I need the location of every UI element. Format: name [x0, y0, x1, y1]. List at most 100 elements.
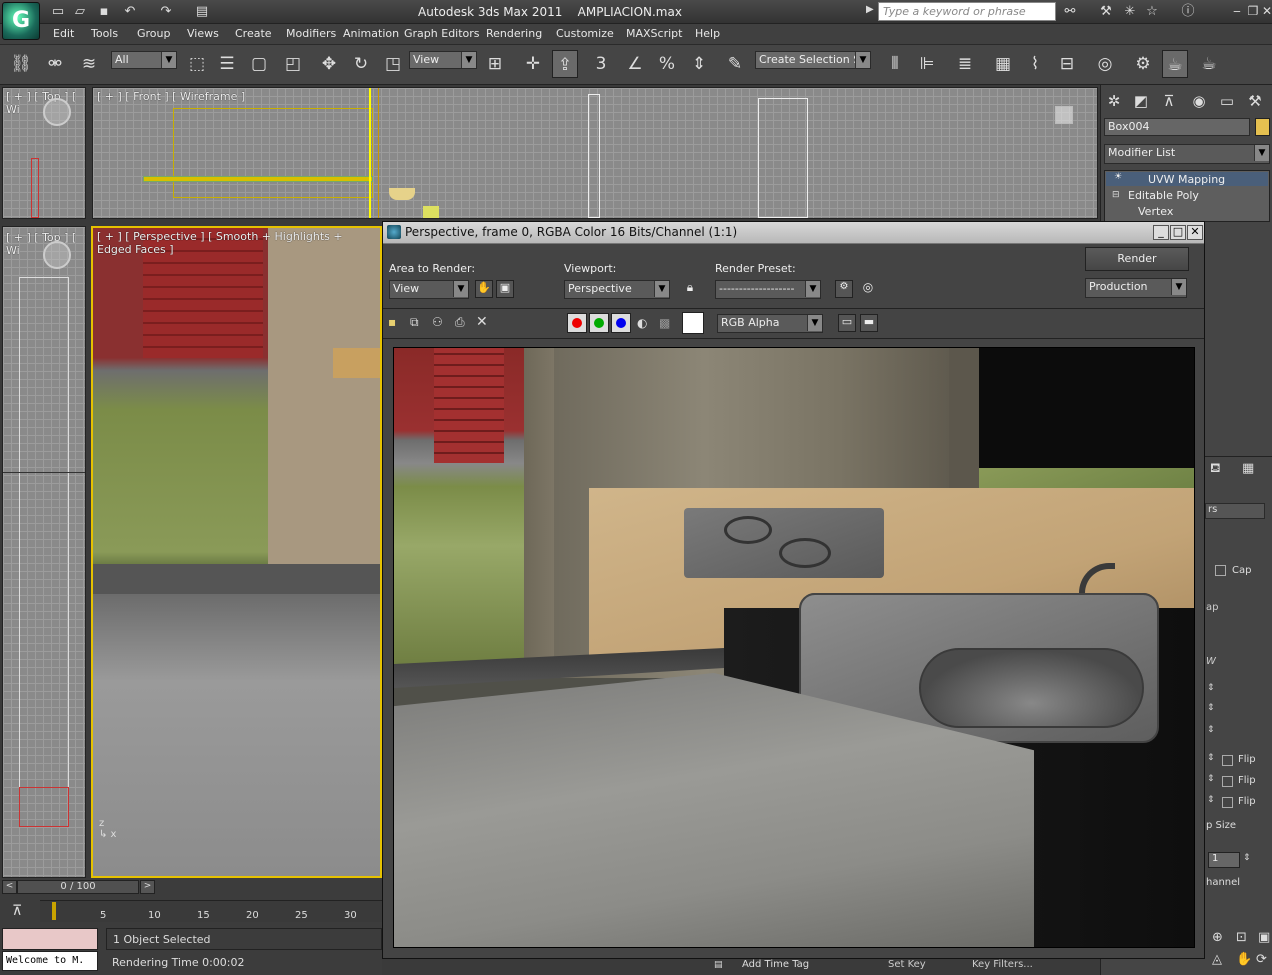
percent-snap-icon[interactable]: %	[654, 50, 680, 78]
display-channel-dropdown[interactable]: RGB Alpha ▼	[717, 314, 823, 333]
auto-region-icon[interactable]: ▣	[496, 280, 514, 298]
open-file-icon[interactable]: ▱	[72, 4, 88, 20]
toggle-ui-overlay-icon[interactable]: ▭	[838, 314, 856, 332]
undo-icon[interactable]: ↶	[122, 4, 138, 20]
application-button[interactable]: G	[2, 2, 40, 40]
menu-create[interactable]: Create	[235, 27, 272, 40]
display-tab-icon[interactable]: ▭	[1216, 90, 1238, 112]
project-folder-icon[interactable]: ▤	[194, 4, 210, 20]
monochrome-icon[interactable]: ▩	[659, 316, 670, 330]
expand-icon[interactable]: ⊟	[1112, 190, 1120, 200]
spinner-icon[interactable]: ⇕	[1207, 683, 1215, 693]
rendered-image[interactable]	[393, 347, 1195, 948]
scale-icon[interactable]: ◳	[380, 50, 406, 78]
keyboard-shortcut-toggle-icon[interactable]: ⇪	[552, 50, 578, 78]
close-icon[interactable]: ✕	[1187, 225, 1203, 240]
menu-maxscript[interactable]: MAXScript	[626, 27, 682, 40]
spinner-icon[interactable]: ⇕	[1207, 795, 1215, 805]
area-to-render-dropdown[interactable]: View ▼	[389, 280, 469, 299]
menu-rendering[interactable]: Rendering	[486, 27, 542, 40]
maxscript-listener-top[interactable]	[2, 928, 98, 950]
spinner-snap-icon[interactable]: ⇕	[686, 50, 712, 78]
object-color-swatch[interactable]	[1255, 118, 1270, 136]
rendered-frame-window-icon[interactable]: ☕	[1162, 50, 1188, 78]
edit-region-icon[interactable]: ✋	[475, 280, 493, 298]
select-by-name-icon[interactable]: ☰	[214, 50, 240, 78]
viewport-dropdown[interactable]: Perspective ▼	[564, 280, 670, 299]
viewcube-icon[interactable]	[1055, 106, 1073, 124]
edit-named-selection-icon[interactable]: ✎	[722, 50, 748, 78]
menu-help[interactable]: Help	[695, 27, 720, 40]
set-key-button[interactable]: Set Key	[888, 959, 926, 970]
reference-coordinate-dropdown[interactable]: View ▼	[409, 51, 477, 69]
time-tag-icon[interactable]: ▤	[714, 960, 723, 970]
angle-snap-icon[interactable]: ∠	[622, 50, 648, 78]
select-manipulate-icon[interactable]: ✛	[520, 50, 546, 78]
viewcube-icon[interactable]	[43, 98, 71, 126]
viewport-label[interactable]: [ + ] [ Perspective ] [ Smooth + Highlig…	[97, 230, 380, 256]
mirror-icon[interactable]: ⫴	[882, 50, 908, 78]
color-swatch[interactable]	[682, 312, 704, 334]
lock-icon[interactable]: 🔒︎	[681, 280, 699, 298]
menu-customize[interactable]: Customize	[556, 27, 614, 40]
modify-tab-icon[interactable]: ◩	[1130, 90, 1152, 112]
graphite-ribbon-icon[interactable]: ▦	[990, 50, 1016, 78]
stack-item-editable-poly[interactable]: Editable Poly	[1128, 189, 1199, 202]
rectangular-selection-icon[interactable]: ▢	[246, 50, 272, 78]
menu-modifiers[interactable]: Modifiers	[286, 27, 336, 40]
maximize-icon[interactable]: □	[1170, 225, 1186, 240]
menu-graph-editors[interactable]: Graph Editors	[404, 27, 480, 40]
viewport-perspective[interactable]: [ + ] [ Perspective ] [ Smooth + Highlig…	[91, 226, 382, 878]
flip-v-checkbox[interactable]	[1222, 776, 1233, 787]
zoom-icon[interactable]: ⊕	[1212, 930, 1223, 945]
utilities-tab-icon[interactable]: ⚒	[1244, 90, 1266, 112]
named-selection-dropdown[interactable]: Create Selection Se ▼	[755, 51, 871, 69]
snaps-toggle-icon[interactable]: 3	[588, 50, 614, 78]
lightbulb-icon[interactable]: ☀	[1114, 172, 1122, 182]
render-preset-dropdown[interactable]: ------------------- ▼	[715, 280, 821, 299]
rollout-header[interactable]: rs	[1205, 503, 1265, 519]
save-file-icon[interactable]: ▪	[96, 4, 112, 20]
menu-group[interactable]: Group	[137, 27, 171, 40]
pivot-center-icon[interactable]: ⊞	[482, 50, 508, 78]
select-object-icon[interactable]: ⬚	[184, 50, 210, 78]
blue-channel-toggle[interactable]	[611, 313, 631, 333]
motion-tab-icon[interactable]: ◉	[1188, 90, 1210, 112]
menu-animation[interactable]: Animation	[343, 27, 399, 40]
close-icon[interactable]: ✕	[1258, 4, 1272, 20]
star-icon[interactable]: ✳	[1122, 4, 1138, 20]
render-button[interactable]: Render	[1085, 247, 1189, 271]
object-name-field[interactable]: Box004	[1104, 118, 1250, 136]
time-slider-next-icon[interactable]: >	[140, 880, 155, 894]
menu-edit[interactable]: Edit	[53, 27, 74, 40]
map-channel-input[interactable]: 1	[1208, 852, 1240, 868]
viewport-left[interactable]: [ + ] [ Top ] [ Wi	[2, 226, 86, 878]
cap-checkbox[interactable]	[1215, 565, 1226, 576]
zoom-extents-icon[interactable]: ⊡	[1236, 930, 1247, 945]
time-slider-prev-icon[interactable]: <	[2, 880, 17, 894]
clone-window-icon[interactable]: ⚇	[432, 315, 448, 331]
viewport-front[interactable]: [ + ] [ Front ] [ Wireframe ]	[92, 87, 1098, 219]
viewport-label[interactable]: [ + ] [ Front ] [ Wireframe ]	[97, 90, 245, 103]
move-icon[interactable]: ✥	[316, 50, 342, 78]
selection-filter-dropdown[interactable]: All ▼	[111, 51, 177, 69]
bind-space-warp-icon[interactable]: ≋	[76, 50, 102, 78]
make-unique-icon[interactable]: ⛾	[1210, 461, 1221, 478]
flip-u-checkbox[interactable]	[1222, 755, 1233, 766]
create-tab-icon[interactable]: ✲	[1103, 90, 1125, 112]
infocenter-search-input[interactable]: Type a keyword or phrase	[878, 2, 1056, 21]
spinner-icon[interactable]: ⇕	[1207, 703, 1215, 713]
render-production-icon[interactable]: ☕	[1196, 50, 1222, 78]
binoculars-icon[interactable]: ⚯	[1062, 4, 1078, 20]
modifier-list-dropdown[interactable]: Modifier List ▼	[1104, 144, 1270, 164]
maxscript-listener-input[interactable]: Welcome to M.	[2, 951, 98, 971]
material-editor-icon[interactable]: ◎	[1092, 50, 1118, 78]
pan-icon[interactable]: ✋	[1236, 952, 1252, 967]
green-channel-toggle[interactable]	[589, 313, 609, 333]
layer-manager-icon[interactable]: ≣	[952, 50, 978, 78]
new-file-icon[interactable]: ▭	[50, 4, 66, 20]
wrench-icon[interactable]: ⚒	[1098, 4, 1114, 20]
spinner-icon[interactable]: ⇕	[1207, 753, 1215, 763]
alpha-channel-icon[interactable]: ◐	[637, 316, 647, 330]
fov-icon[interactable]: ◬	[1212, 952, 1222, 967]
